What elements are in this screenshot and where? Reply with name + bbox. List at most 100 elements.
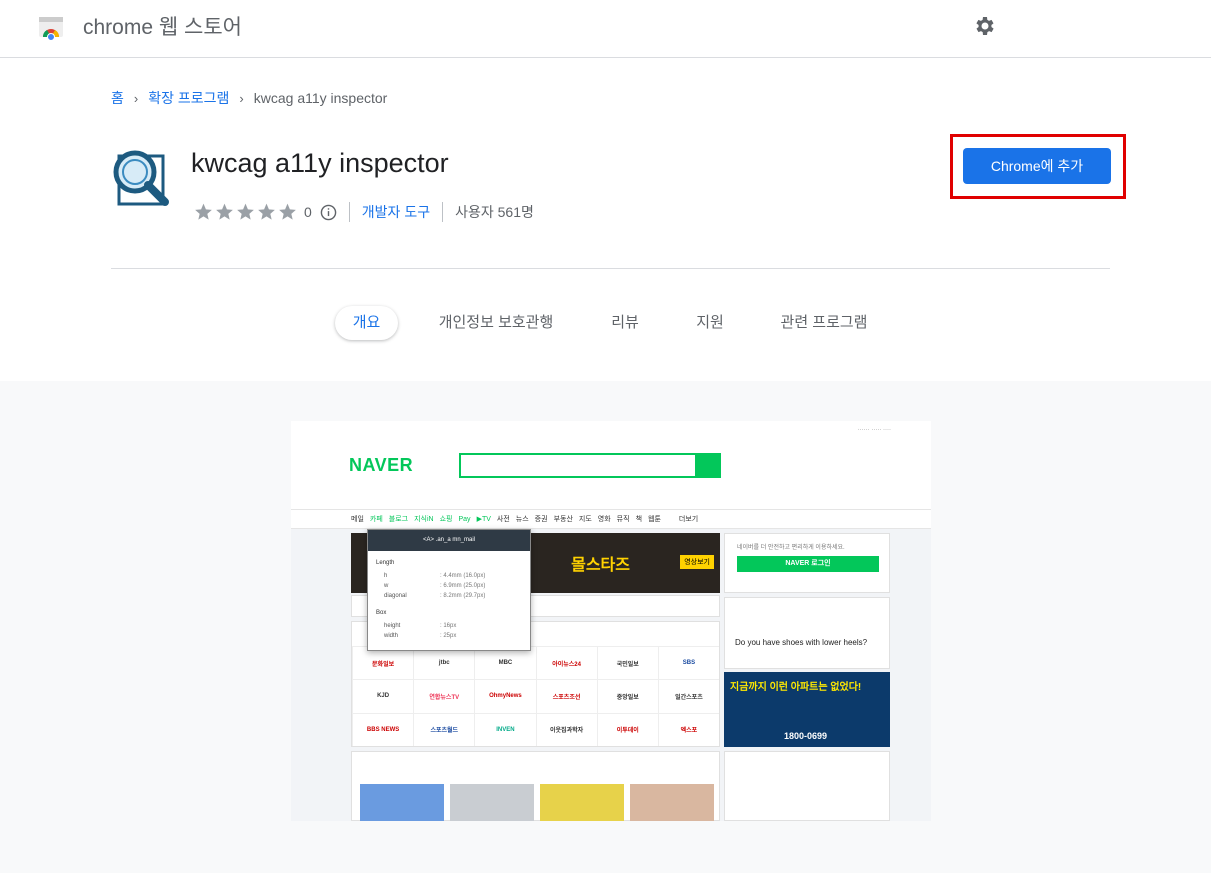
rating-stars[interactable] xyxy=(193,202,298,222)
naver-menu-item: 지도 xyxy=(578,516,592,523)
press-logo: 이웃집과학자 xyxy=(535,712,597,746)
tile-image xyxy=(360,784,444,821)
naver-top-links: ······ ····· ···· xyxy=(857,427,891,433)
tile-image xyxy=(450,784,534,821)
press-logo: BBS NEWS xyxy=(352,712,414,746)
banner-button: 영상보기 xyxy=(680,555,714,569)
popup-key: height xyxy=(384,623,401,629)
naver-search-input xyxy=(459,453,697,478)
chevron-right-icon: › xyxy=(133,90,139,106)
popup-value: : 8.2mm (29.7px) xyxy=(440,593,486,599)
tab-privacy[interactable]: 개인정보 보호관행 xyxy=(430,306,562,340)
divider xyxy=(348,202,350,222)
info-icon[interactable] xyxy=(320,204,337,221)
press-logo: 중앙일보 xyxy=(596,679,658,713)
naver-shopping-box xyxy=(724,751,890,821)
press-logo: SBS xyxy=(657,646,719,680)
ad-headline: 지금까지 이런 아파트는 없었다! xyxy=(730,682,862,693)
star-icon xyxy=(279,203,296,220)
breadcrumb-category[interactable]: 확장 프로그램 xyxy=(148,88,229,108)
store-title[interactable]: chrome 웹 스토어 xyxy=(83,11,242,41)
naver-menu-item: 쇼핑 xyxy=(439,516,453,523)
naver-menu-item: 블로그 xyxy=(388,516,409,523)
login-text: 네이버를 더 안전하고 편리하게 이용하세요. xyxy=(737,545,845,551)
press-logo: 일간스포츠 xyxy=(657,679,719,713)
user-count: 사용자 561명 xyxy=(455,204,534,220)
press-logo: 스포츠조선 xyxy=(535,679,597,713)
press-logo: 연합뉴스TV xyxy=(413,679,475,713)
breadcrumb-current: kwcag a11y inspector xyxy=(253,90,388,106)
naver-category-box xyxy=(351,751,720,821)
naver-menu: 메일 카페 블로그 지식iN 쇼핑 Pay ▶TV 사전 뉴스 증권 부동산 지… xyxy=(291,509,931,529)
naver-menu-item: 책 xyxy=(635,516,643,523)
tab-overview[interactable]: 개요 xyxy=(335,306,398,340)
tab-related[interactable]: 관련 프로그램 xyxy=(770,306,878,340)
tab-reviews[interactable]: 리뷰 xyxy=(600,306,650,340)
gear-icon[interactable] xyxy=(972,14,996,38)
chrome-web-store-logo[interactable] xyxy=(37,13,65,41)
popup-value: : 6.9mm (25.0px) xyxy=(440,583,486,589)
screenshot-gallery: ······ ····· ···· NAVER 메일 카페 블로그 지식iN 쇼… xyxy=(0,381,1211,873)
tab-support[interactable]: 지원 xyxy=(686,306,734,340)
search-icon xyxy=(697,453,721,478)
popup-key: h xyxy=(384,573,388,579)
star-icon xyxy=(258,203,275,220)
naver-menu-item: 카페 xyxy=(369,516,383,523)
naver-logo: NAVER xyxy=(349,455,414,475)
popup-title: <A> .an_a mn_mail xyxy=(368,530,530,551)
press-logo: 이투데이 xyxy=(596,712,658,746)
press-logo: 아이뉴스24 xyxy=(535,646,597,680)
naver-menu-item: 지식iN xyxy=(414,516,434,523)
star-icon xyxy=(237,203,254,220)
naver-weather-box: Do you have shoes with lower heels? xyxy=(724,597,890,669)
banner-text: 몰스타즈 xyxy=(571,557,630,574)
naver-menu-item: 부동산 xyxy=(553,516,573,523)
popup-length-label: Length xyxy=(376,560,395,566)
naver-menu-item: 사전 xyxy=(496,516,510,523)
popup-box-label: Box xyxy=(376,610,387,616)
category-tiles xyxy=(360,784,714,821)
naver-menu-item: 뉴스 xyxy=(515,516,529,523)
inspector-popup: <A> .an_a mn_mail Length h : 4.4mm (16.0… xyxy=(367,529,531,651)
screenshot-image[interactable]: ······ ····· ···· NAVER 메일 카페 블로그 지식iN 쇼… xyxy=(291,421,931,821)
press-logo: 엑스포 xyxy=(657,712,719,746)
header-divider xyxy=(111,268,1110,269)
naver-menu-item: 메일 xyxy=(351,516,364,523)
popup-value: : 16px xyxy=(440,623,457,629)
extension-meta: 0 개발자 도구 사용자 561명 xyxy=(193,201,534,223)
ad-phone: 1800-0699 xyxy=(784,731,828,741)
star-icon xyxy=(195,203,212,220)
press-grid: 문화일보 jtbc MBC 아이뉴스24 국민일보 SBS KJD 연합뉴스TV… xyxy=(352,646,719,746)
naver-menu-item: 영화 xyxy=(597,516,611,523)
naver-menu-item: 증권 xyxy=(534,516,548,523)
detail-tabs: 개요 개인정보 보호관행 리뷰 지원 관련 프로그램 xyxy=(0,306,1211,342)
naver-menu-item: 뮤직 xyxy=(616,516,630,523)
rating-count: 0 xyxy=(304,204,312,220)
weather-question: Do you have shoes with lower heels? xyxy=(735,638,868,647)
press-logo: INVEN xyxy=(474,712,536,746)
popup-value: : 4.4mm (16.0px) xyxy=(440,573,486,579)
naver-menu-item: Pay xyxy=(458,515,471,523)
add-to-chrome-button[interactable]: Chrome에 추가 xyxy=(963,148,1111,184)
divider xyxy=(442,202,444,222)
naver-ad: 지금까지 이런 아파트는 없었다! 1800-0699 xyxy=(724,672,890,747)
extension-name: kwcag a11y inspector xyxy=(191,148,449,178)
magnifier-icon xyxy=(113,150,169,206)
popup-key: diagonal xyxy=(384,593,407,599)
naver-menu-item: 더보기 xyxy=(678,516,699,523)
tile-image xyxy=(630,784,714,821)
category-link[interactable]: 개발자 도구 xyxy=(362,202,430,222)
tile-image xyxy=(540,784,624,821)
popup-key: w xyxy=(384,583,389,589)
star-icon xyxy=(216,203,233,220)
press-logo: 국민일보 xyxy=(596,646,658,680)
popup-value: : 25px xyxy=(440,633,457,639)
press-logo: KJD xyxy=(352,679,414,713)
naver-menu-item: ▶TV xyxy=(476,516,491,523)
breadcrumb-home[interactable]: 홈 xyxy=(111,88,124,108)
press-logo: OhmyNews xyxy=(474,679,536,713)
popup-key: width xyxy=(384,633,399,639)
breadcrumb: 홈 › 확장 프로그램 › kwcag a11y inspector xyxy=(111,88,387,108)
naver-login-button: NAVER 로그인 xyxy=(737,556,879,572)
naver-login-box: 네이버를 더 안전하고 편리하게 이용하세요. NAVER 로그인 xyxy=(724,533,890,593)
